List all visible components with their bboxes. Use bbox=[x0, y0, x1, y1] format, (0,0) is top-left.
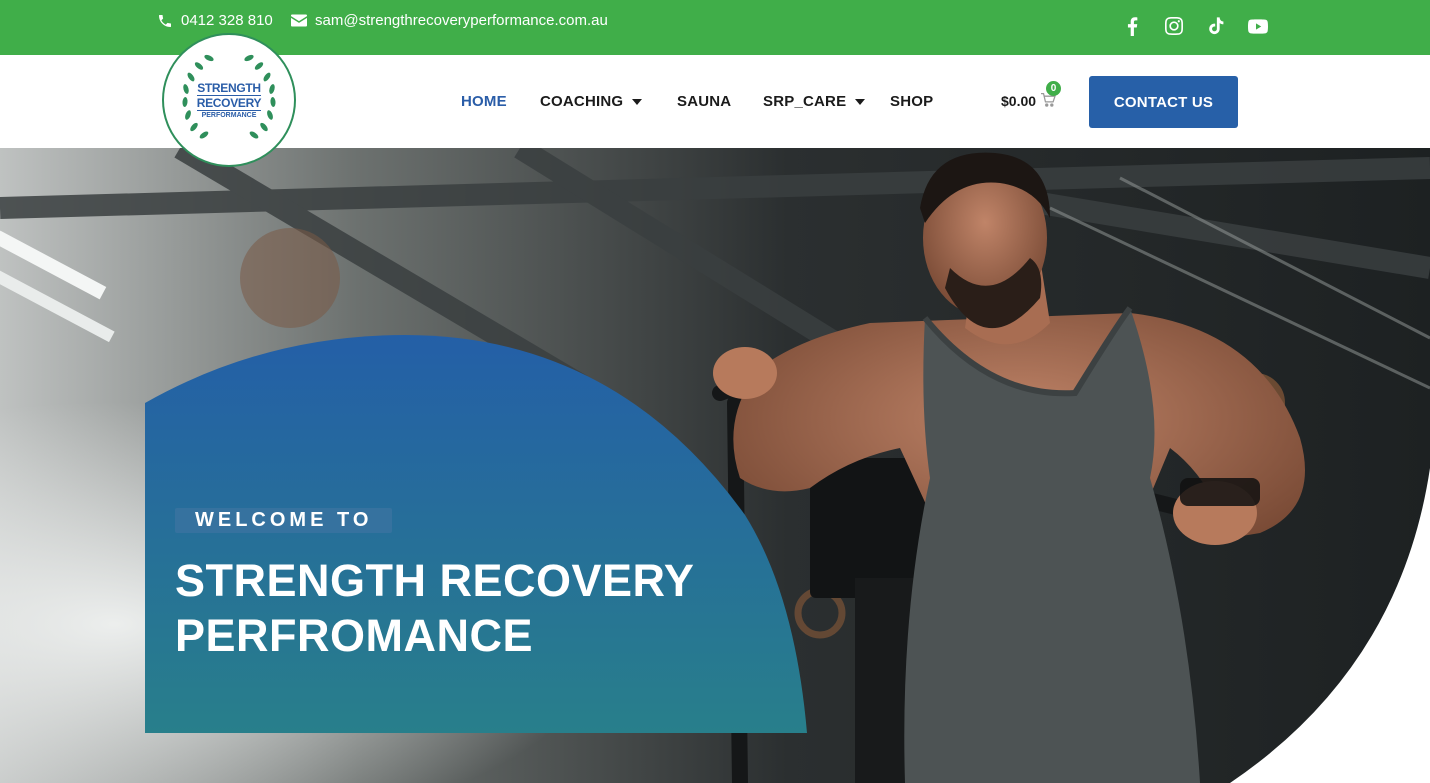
email-address: sam@strengthrecoveryperformance.com.au bbox=[315, 12, 608, 29]
hero-kicker: WELCOME TO bbox=[175, 508, 393, 533]
hero-section: WELCOME TO STRENGTH RECOVERY PERFROMANCE bbox=[0, 148, 1430, 783]
nav-item-srp-care[interactable]: SRP_CARE bbox=[763, 93, 866, 110]
cart-total: $0.00 bbox=[1001, 93, 1037, 109]
nav-shop-label: SHOP bbox=[890, 93, 934, 110]
logo-wordmark: STRENGTH RECOVERY PERFORMANCE bbox=[196, 80, 262, 119]
nav-srp-care-label: SRP_CARE bbox=[763, 93, 847, 110]
tiktok-icon[interactable] bbox=[1206, 16, 1226, 36]
hero-title-line1: STRENGTH RECOVERY bbox=[175, 555, 695, 606]
mini-cart[interactable]: $0.00 0 bbox=[1001, 81, 1062, 109]
nav-coaching-label: COACHING bbox=[540, 93, 624, 110]
nav-sauna-label: SAUNA bbox=[677, 93, 732, 110]
nav-item-shop[interactable]: SHOP bbox=[890, 93, 933, 110]
site-logo[interactable]: STRENGTH RECOVERY PERFORMANCE bbox=[162, 33, 296, 167]
phone-number: 0412 328 810 bbox=[181, 12, 273, 29]
logo-line-strength: STRENGTH bbox=[197, 80, 261, 95]
nav-home-label: HOME bbox=[461, 93, 507, 110]
email-contact[interactable]: sam@strengthrecoveryperformance.com.au bbox=[291, 12, 608, 29]
phone-contact[interactable]: 0412 328 810 bbox=[157, 12, 273, 29]
logo-line-recovery: RECOVERY bbox=[196, 94, 262, 111]
facebook-icon[interactable] bbox=[1122, 16, 1142, 36]
youtube-icon[interactable] bbox=[1248, 16, 1268, 36]
nav-item-home[interactable]: HOME bbox=[461, 93, 507, 110]
envelope-icon bbox=[291, 14, 307, 27]
social-links bbox=[1122, 16, 1268, 36]
caret-down-icon bbox=[632, 98, 643, 105]
hero-title-line2: PERFROMANCE bbox=[175, 610, 534, 661]
hero-title: STRENGTH RECOVERY PERFROMANCE bbox=[175, 553, 735, 663]
phone-icon bbox=[159, 14, 171, 27]
cart-count-badge: 0 bbox=[1046, 81, 1062, 96]
hero-welcome-panel bbox=[145, 335, 807, 733]
nav-item-sauna[interactable]: SAUNA bbox=[677, 93, 731, 110]
instagram-icon[interactable] bbox=[1164, 16, 1184, 36]
contact-us-button[interactable]: CONTACT US bbox=[1089, 76, 1238, 128]
caret-down-icon bbox=[855, 98, 866, 105]
logo-line-performance: PERFORMANCE bbox=[201, 111, 257, 119]
nav-item-coaching[interactable]: COACHING bbox=[540, 93, 643, 110]
cart-icon: 0 bbox=[1040, 81, 1062, 109]
